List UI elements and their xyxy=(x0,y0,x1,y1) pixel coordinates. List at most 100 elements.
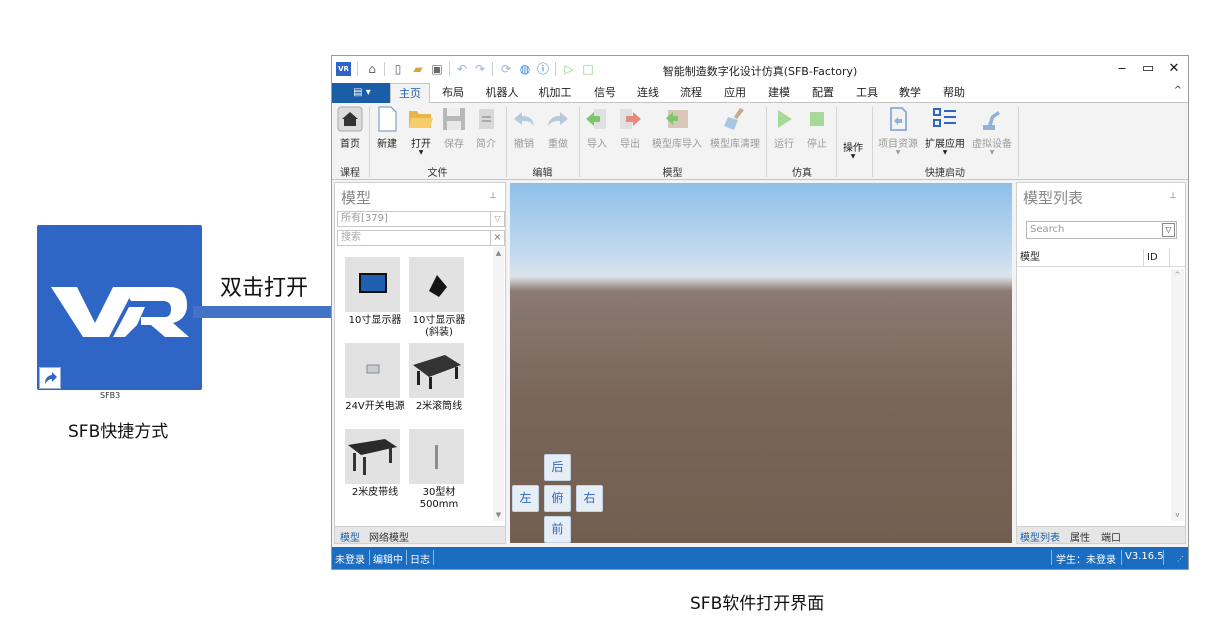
collapse-ribbon-icon[interactable]: ^ xyxy=(1174,85,1182,96)
minimize-button[interactable]: ‒ xyxy=(1110,59,1134,79)
clear-icon[interactable]: × xyxy=(490,231,504,245)
pin-icon[interactable]: ⊥ xyxy=(1169,191,1177,201)
open-folder-icon[interactable]: ▰ xyxy=(410,61,426,77)
vr-logo-icon xyxy=(51,287,189,337)
tab-models[interactable]: 模型 xyxy=(340,529,360,544)
model-item[interactable]: 30型材500mm xyxy=(409,429,469,511)
save-button[interactable]: 保存 xyxy=(440,106,468,158)
title-bar: VR ⌂ ▯ ▰ ▣ ↶ ↷ ⟳ ◍ ⓘ ▷ □ 智能制造数字化设计仿真(SFB… xyxy=(332,56,1188,83)
model-list-search-input[interactable]: Search ▽ xyxy=(1026,221,1177,239)
home-icon[interactable]: ⌂ xyxy=(364,61,380,77)
run-label: 运行 xyxy=(774,139,794,150)
model-scrollbar[interactable]: ▲ ▼ xyxy=(493,247,504,521)
refresh-icon[interactable]: ⟳ xyxy=(498,61,514,77)
export-button[interactable]: 导出 xyxy=(616,106,644,158)
new-label: 新建 xyxy=(377,139,397,150)
undo-button[interactable]: 撤销 xyxy=(510,106,538,158)
info-icon[interactable]: ⓘ xyxy=(535,61,551,77)
save-icon xyxy=(443,108,465,130)
view-top-button[interactable]: 俯 xyxy=(544,485,571,512)
import-label: 导入 xyxy=(587,139,607,150)
import-button[interactable]: 导入 xyxy=(583,106,611,158)
column-id[interactable]: ID xyxy=(1147,249,1158,267)
stop-button[interactable]: 停止 xyxy=(803,106,831,158)
sfb-shortcut-icon[interactable] xyxy=(37,225,202,390)
model-item[interactable]: 10寸显示器(斜装) xyxy=(409,257,469,339)
model-filter-select[interactable]: 所有[379] ▽ xyxy=(337,211,505,227)
chevron-down-icon[interactable]: ▽ xyxy=(1162,223,1175,237)
library-clean-label: 模型库清理 xyxy=(710,139,760,150)
globe-icon[interactable]: ◍ xyxy=(517,61,533,77)
tab-network-models[interactable]: 网络模型 xyxy=(369,529,409,544)
run-button[interactable]: 运行 xyxy=(770,106,798,158)
tab-layout[interactable]: 布局 xyxy=(433,83,473,103)
tab-properties[interactable]: 属性 xyxy=(1070,529,1090,544)
redo-button[interactable]: 重做 xyxy=(544,106,572,158)
3d-viewport[interactable]: 后 左 俯 右 前 xyxy=(510,183,1012,543)
operate-button[interactable]: 操作 ▼ xyxy=(839,136,867,188)
window-caption: SFB软件打开界面 xyxy=(690,594,825,614)
stop-icon[interactable]: □ xyxy=(580,61,596,77)
tab-wiring[interactable]: 连线 xyxy=(631,83,665,103)
view-back-button[interactable]: 后 xyxy=(544,454,571,481)
column-model[interactable]: 模型 xyxy=(1020,249,1040,267)
open-button[interactable]: 打开 ▼ xyxy=(406,106,436,158)
play-icon[interactable]: ▷ xyxy=(561,61,577,77)
tab-application[interactable]: 应用 xyxy=(718,83,752,103)
scroll-down-icon[interactable]: v xyxy=(1171,511,1184,519)
new-file-icon[interactable]: ▯ xyxy=(390,61,406,77)
tab-ports[interactable]: 端口 xyxy=(1101,529,1121,544)
model-list-panel: 模型列表 ⊥ Search ▽ 模型 ID ^ v 模型列表 属性 端口 xyxy=(1016,182,1186,544)
new-file-icon xyxy=(378,106,397,132)
app-window: VR ⌂ ▯ ▰ ▣ ↶ ↷ ⟳ ◍ ⓘ ▷ □ 智能制造数字化设计仿真(SFB… xyxy=(331,55,1189,570)
tab-home[interactable]: 主页 xyxy=(390,83,430,104)
tab-teaching[interactable]: 教学 xyxy=(893,83,927,103)
log-button[interactable]: 日志 xyxy=(410,551,430,566)
scroll-down-icon[interactable]: ▼ xyxy=(493,511,504,519)
model-item[interactable]: 10寸显示器 xyxy=(345,257,405,327)
save-label: 保存 xyxy=(444,139,464,150)
tab-machining[interactable]: 机加工 xyxy=(532,83,578,103)
project-resources-button[interactable]: 项目资源 ▼ xyxy=(876,106,920,158)
redo-icon[interactable]: ↷ xyxy=(472,61,488,77)
file-menu-button[interactable]: ▤ ▾ xyxy=(332,83,392,103)
import-icon xyxy=(586,109,606,129)
model-search-input[interactable]: 搜索 × xyxy=(337,230,505,246)
intro-button[interactable]: 简介 xyxy=(472,106,500,158)
library-clean-button[interactable]: 模型库清理 xyxy=(707,106,763,158)
view-front-button[interactable]: 前 xyxy=(544,516,571,543)
undo-icon[interactable]: ↶ xyxy=(454,61,470,77)
model-item[interactable]: 24V开关电源 xyxy=(345,343,405,413)
save-icon[interactable]: ▣ xyxy=(429,61,445,77)
tab-modeling[interactable]: 建模 xyxy=(762,83,796,103)
tab-robot[interactable]: 机器人 xyxy=(479,83,525,103)
tab-help[interactable]: 帮助 xyxy=(937,83,971,103)
stop-label: 停止 xyxy=(807,139,827,150)
home-button[interactable]: 首页 xyxy=(336,106,364,158)
tab-config[interactable]: 配置 xyxy=(806,83,840,103)
close-button[interactable]: ✕ xyxy=(1162,59,1186,79)
tab-signal[interactable]: 信号 xyxy=(588,83,622,103)
model-item[interactable]: 2米滚筒线 xyxy=(409,343,469,413)
new-button[interactable]: 新建 xyxy=(373,106,401,158)
maximize-button[interactable]: ▭ xyxy=(1136,59,1160,79)
tab-tools[interactable]: 工具 xyxy=(850,83,884,103)
scroll-up-icon[interactable]: ^ xyxy=(1171,271,1184,279)
resize-grip-icon[interactable]: ⋰ xyxy=(1177,555,1184,563)
tab-process[interactable]: 流程 xyxy=(674,83,708,103)
model-list-scrollbar[interactable]: ^ v xyxy=(1171,269,1184,521)
view-right-button[interactable]: 右 xyxy=(576,485,603,512)
view-left-button[interactable]: 左 xyxy=(512,485,539,512)
login-status[interactable]: 未登录 xyxy=(335,551,365,566)
library-import-label: 模型库导入 xyxy=(652,139,702,150)
pin-icon[interactable]: ⊥ xyxy=(489,191,497,201)
chevron-down-icon: ▼ xyxy=(418,149,424,156)
scroll-up-icon[interactable]: ▲ xyxy=(493,249,504,257)
library-import-icon xyxy=(666,110,688,128)
library-import-button[interactable]: 模型库导入 xyxy=(649,106,705,158)
model-item[interactable]: 2米皮带线 xyxy=(345,429,405,499)
extended-apps-button[interactable]: 扩展应用 ▼ xyxy=(923,106,967,158)
tab-model-list[interactable]: 模型列表 xyxy=(1020,529,1060,544)
virtual-device-button[interactable]: 虚拟设备 ▼ xyxy=(970,106,1014,158)
chevron-down-icon[interactable]: ▽ xyxy=(490,212,504,226)
